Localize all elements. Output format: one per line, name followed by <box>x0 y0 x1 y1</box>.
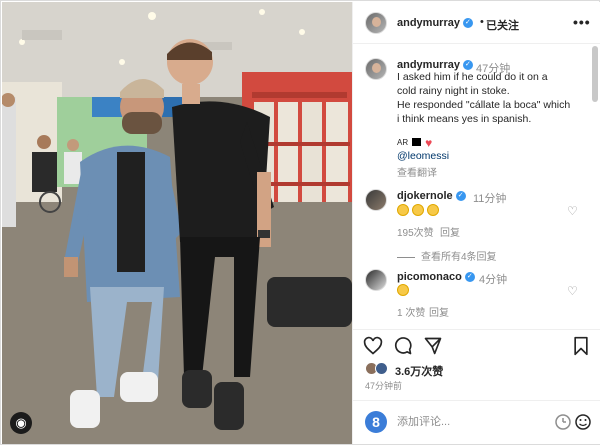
following-button[interactable]: 已关注 <box>486 17 519 33</box>
red-heart-icon: ♥ <box>425 136 433 150</box>
comment-time: 4分钟 <box>479 274 508 286</box>
separator-dot: • <box>480 16 484 28</box>
avatar <box>375 362 388 375</box>
comments-section: andymurray ✓ 47分钟 I asked him if he could… <box>353 44 600 329</box>
like-count[interactable]: 3.6万次赞 <box>395 363 443 379</box>
more-options-icon[interactable]: ••• <box>573 14 591 30</box>
comment-icon[interactable] <box>393 336 413 356</box>
grinning-emoji-icon <box>397 204 409 217</box>
comment-username[interactable]: djokernole ✓ <box>397 190 466 202</box>
verified-icon: ✓ <box>462 18 473 29</box>
like-comment-icon[interactable]: ♡ <box>567 284 578 298</box>
reply-button[interactable]: 回复 <box>440 224 460 239</box>
verified-icon: ✓ <box>462 60 473 71</box>
view-all-replies[interactable]: 查看所有4条回复 <box>397 248 497 263</box>
heart-icon[interactable] <box>363 336 383 356</box>
comment-username[interactable]: picomonaco ✓ <box>397 271 475 283</box>
grinning-emoji-icon <box>412 204 424 217</box>
post-header: andymurray ✓ • 已关注 ••• <box>353 2 600 44</box>
send-icon[interactable] <box>423 336 443 356</box>
comment-likes[interactable]: 1 次赞 <box>397 304 425 319</box>
locker-room-photo <box>2 2 352 444</box>
emoji-picker-icons[interactable] <box>553 413 593 431</box>
header-username[interactable]: andymurray ✓ <box>397 17 473 29</box>
caption-line: I asked him if he could do it on a <box>397 71 548 83</box>
bookmark-icon[interactable] <box>571 336 591 356</box>
comment-emoji-text <box>397 284 412 297</box>
instagram-logo-icon: ◉ <box>10 412 32 434</box>
add-comment-bar: 8 <box>353 400 600 444</box>
caption-line: He responded "cállate la boca" which <box>397 99 571 111</box>
username-text[interactable]: andymurray <box>397 17 460 29</box>
black-flag-icon <box>412 138 422 146</box>
username-text[interactable]: djokernole <box>397 190 453 202</box>
commenter-avatar[interactable] <box>365 189 387 211</box>
verified-icon: ✓ <box>455 191 466 202</box>
username-text[interactable]: picomonaco <box>397 271 462 283</box>
see-translation-link[interactable]: 查看翻译 <box>397 164 437 179</box>
avatar[interactable] <box>365 12 387 34</box>
verified-icon: ✓ <box>464 272 475 283</box>
post-photo[interactable]: ◉ <box>2 2 352 444</box>
like-comment-icon[interactable]: ♡ <box>567 204 578 218</box>
caption-line: cold rainy night in stoke. <box>397 85 510 97</box>
argentina-flag-label: AR <box>397 138 409 147</box>
caption-line: i think means yes in spanish. <box>397 113 532 125</box>
commenter-avatar[interactable] <box>365 269 387 291</box>
post-timestamp: 47分钟前 <box>365 381 403 391</box>
comments-scrollbar[interactable] <box>592 46 598 102</box>
comment-emoji-text <box>397 204 442 217</box>
grinning-emoji-icon <box>397 284 409 297</box>
reply-button[interactable]: 回复 <box>429 304 449 319</box>
grinning-emoji-icon <box>427 204 439 217</box>
user-logo-icon: 8 <box>365 411 387 433</box>
post-action-bar <box>353 329 600 359</box>
comment-input[interactable] <box>397 413 547 431</box>
mention-link[interactable]: @leomessi <box>397 150 449 162</box>
post-side-panel: andymurray ✓ • 已关注 ••• andymurray ✓ 47分钟 I… <box>352 2 600 444</box>
instagram-post-window: ◉ andymurray ✓ • 已关注 ••• andymurray ✓ 47分钟… <box>0 0 600 445</box>
comment-time: 11分钟 <box>473 193 507 205</box>
comment-likes[interactable]: 195次赞 <box>397 224 434 239</box>
caption-emoji-row: AR ♥ <box>397 136 432 150</box>
caption-avatar[interactable] <box>365 58 387 80</box>
